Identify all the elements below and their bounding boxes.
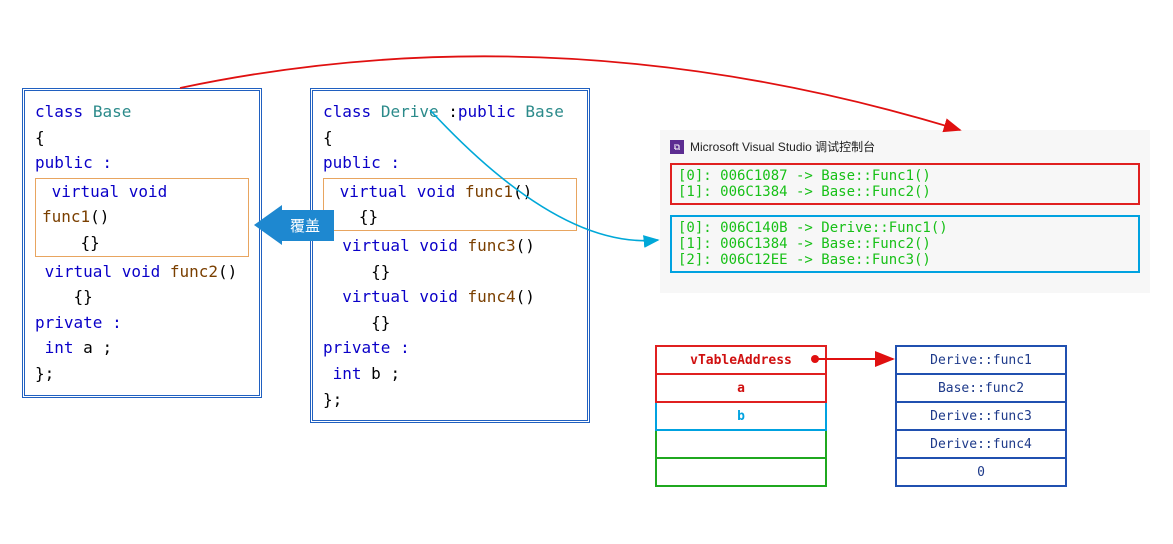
console-title: ⧉ Microsoft Visual Studio 调试控制台 xyxy=(670,138,1140,155)
derive-func1-highlight: virtual void func1() {} xyxy=(323,178,577,231)
vs-icon: ⧉ xyxy=(670,140,684,154)
brace-open: { xyxy=(35,125,249,151)
empty-cell xyxy=(656,430,826,458)
derive-vtable-output: [0]: 006C140B -> Derive::Func1() [1]: 00… xyxy=(670,215,1140,273)
arrow-left-icon xyxy=(254,205,282,245)
member-b-cell: b xyxy=(656,402,826,430)
debug-console: ⧉ Microsoft Visual Studio 调试控制台 [0]: 006… xyxy=(660,130,1150,293)
base-class-name: Base xyxy=(93,102,132,121)
private-label: private : xyxy=(35,310,249,336)
object-memory-layout: vTableAddress a b xyxy=(655,345,827,487)
brace-close: }; xyxy=(35,361,249,387)
empty-cell xyxy=(656,458,826,486)
derive-class-box: class Derive :public Base { public : vir… xyxy=(310,88,590,423)
public-label: public : xyxy=(35,150,249,176)
member-a-cell: a xyxy=(656,374,826,402)
base-class-box: class Base { public : virtual void func1… xyxy=(22,88,262,398)
vtable-ptr-cell: vTableAddress xyxy=(656,346,826,374)
override-arrow: 覆盖 xyxy=(254,205,334,245)
override-label: 覆盖 xyxy=(282,210,334,241)
base-vtable-output: [0]: 006C1087 -> Base::Func1() [1]: 006C… xyxy=(670,163,1140,205)
base-func1-highlight: virtual void func1() {} xyxy=(35,178,249,257)
vtable-entries: Derive::func1 Base::func2 Derive::func3 … xyxy=(895,345,1067,487)
